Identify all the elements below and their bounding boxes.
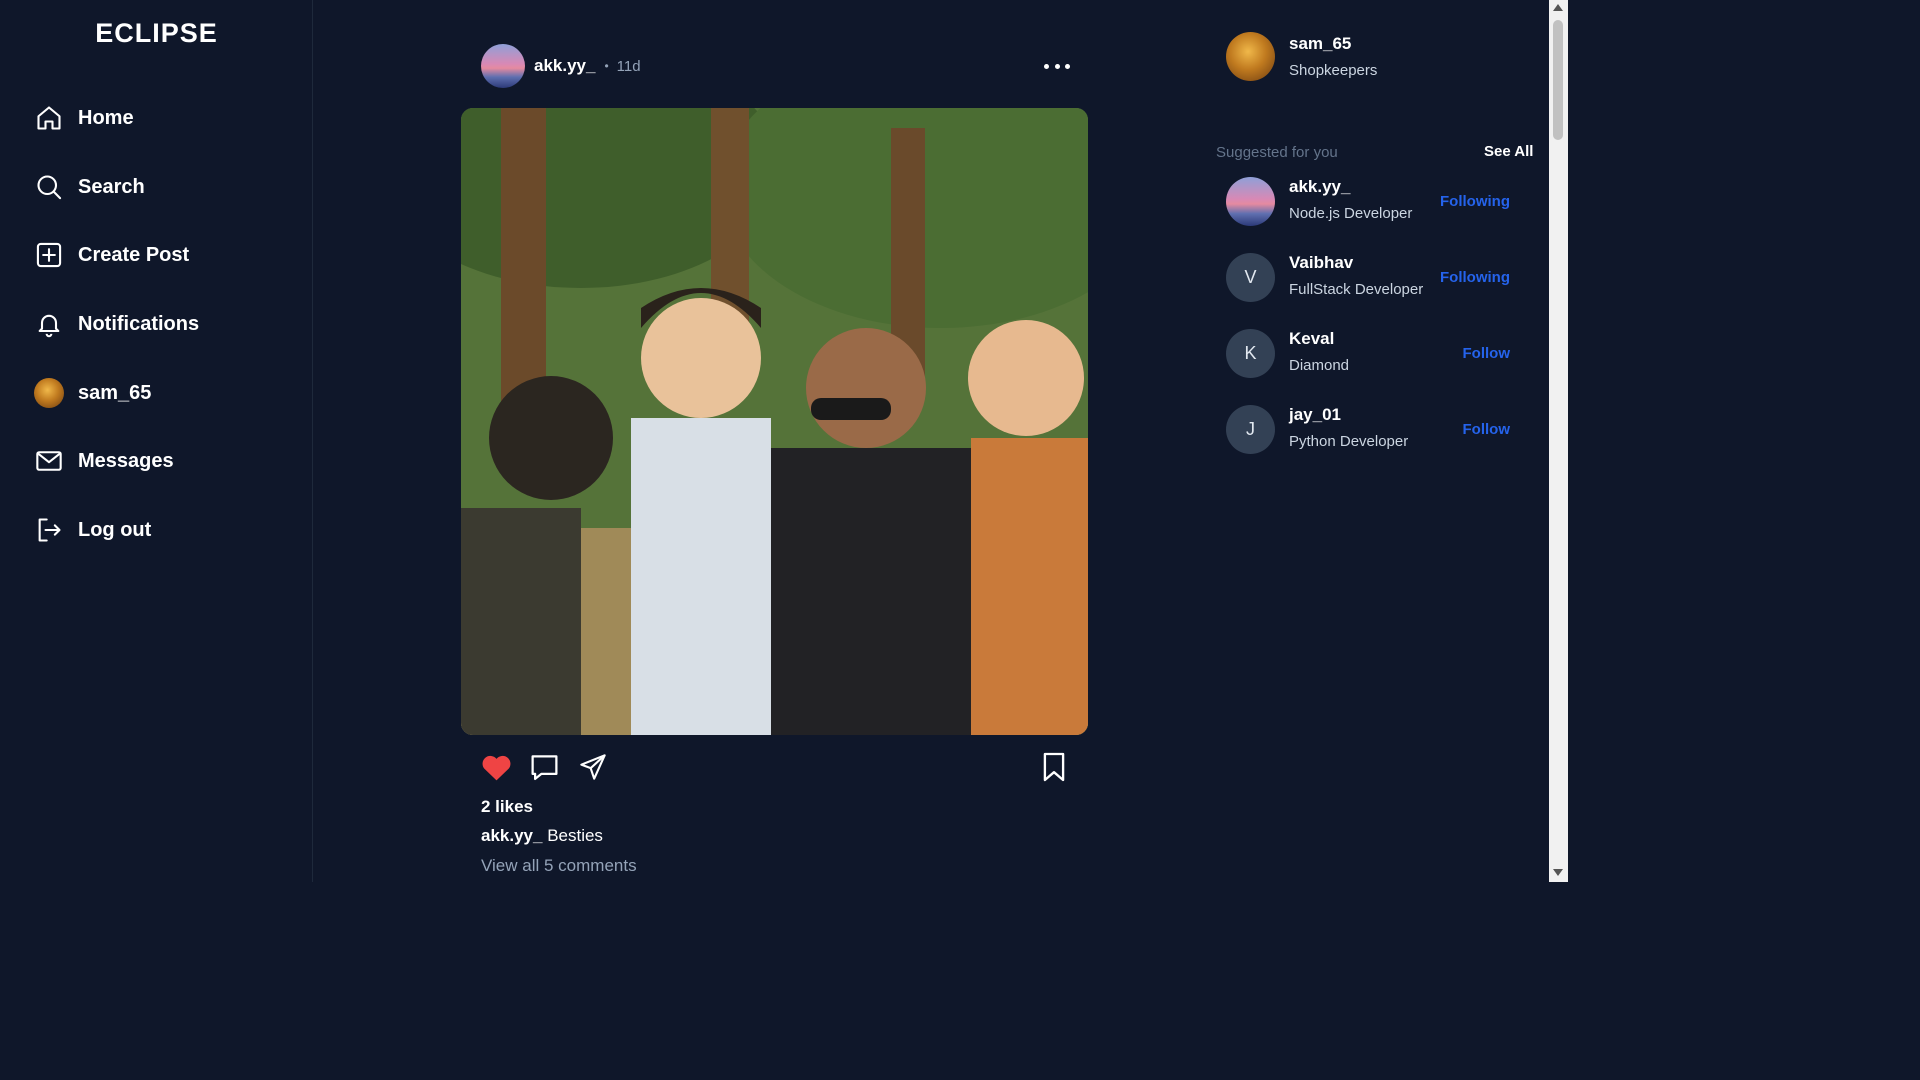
- sidebar: ECLIPSE Home Search Create Post Notifica…: [0, 0, 313, 882]
- like-count[interactable]: 2 likes: [481, 797, 533, 817]
- follow-button[interactable]: Follow: [1463, 345, 1511, 362]
- post-author-avatar[interactable]: [481, 44, 525, 88]
- suggestion-username[interactable]: akk.yy_: [1289, 177, 1412, 197]
- scroll-down-arrow-icon[interactable]: [1553, 869, 1563, 876]
- sidebar-item-label: Home: [78, 106, 134, 129]
- avatar[interactable]: K: [1226, 329, 1275, 378]
- suggestion-subtitle: Python Developer: [1289, 433, 1409, 450]
- sidebar-item-label: Messages: [78, 449, 174, 472]
- suggestion-username[interactable]: jay_01: [1289, 405, 1408, 425]
- following-button[interactable]: Following: [1440, 193, 1510, 210]
- suggestion-item: J jay_01 Python Developer Follow: [1226, 405, 1526, 455]
- follow-button[interactable]: Follow: [1463, 421, 1511, 438]
- caption-username[interactable]: akk.yy_: [481, 826, 542, 845]
- avatar: [34, 378, 64, 408]
- sidebar-item-search[interactable]: Search: [34, 167, 145, 207]
- post-timestamp: 11d: [616, 57, 641, 75]
- suggested-title: Suggested for you: [1216, 144, 1338, 161]
- heart-icon: [481, 753, 512, 786]
- separator-dot: •: [604, 59, 609, 73]
- avatar[interactable]: V: [1226, 253, 1275, 302]
- scrollbar-thumb[interactable]: [1553, 20, 1563, 140]
- sidebar-item-profile[interactable]: sam_65: [34, 373, 151, 413]
- sidebar-item-notifications[interactable]: Notifications: [34, 304, 199, 344]
- share-button[interactable]: [578, 752, 608, 786]
- avatar[interactable]: [1226, 32, 1275, 81]
- sidebar-item-label: Create Post: [78, 243, 190, 266]
- suggestion-item: K Keval Diamond Follow: [1226, 329, 1526, 379]
- following-button[interactable]: Following: [1440, 269, 1510, 286]
- current-username[interactable]: sam_65: [1289, 34, 1377, 54]
- suggestion-item: V Vaibhav FullStack Developer Following: [1226, 253, 1526, 303]
- suggestion-username[interactable]: Vaibhav: [1289, 253, 1423, 273]
- sidebar-item-home[interactable]: Home: [34, 98, 134, 138]
- comment-icon: [529, 752, 560, 787]
- logout-icon: [34, 515, 64, 545]
- avatar[interactable]: J: [1226, 405, 1275, 454]
- suggestion-subtitle: Node.js Developer: [1289, 205, 1413, 222]
- current-user-card: sam_65 Shopkeepers: [1226, 32, 1377, 81]
- more-options-icon[interactable]: [1044, 58, 1070, 74]
- comment-button[interactable]: [528, 752, 560, 786]
- post-caption: akk.yy_ Besties: [481, 826, 603, 846]
- suggestion-item: akk.yy_ Node.js Developer Following: [1226, 177, 1526, 227]
- sidebar-item-logout[interactable]: Log out: [34, 510, 151, 550]
- suggestion-subtitle: Diamond: [1289, 357, 1350, 374]
- see-all-link[interactable]: See All: [1484, 143, 1533, 160]
- mail-icon: [34, 446, 64, 476]
- sidebar-item-label: Log out: [78, 518, 152, 541]
- send-icon: [579, 753, 607, 786]
- sidebar-item-label: Search: [78, 175, 145, 198]
- sidebar-item-label: sam_65: [78, 381, 152, 404]
- post-author-username[interactable]: akk.yy_: [534, 56, 595, 76]
- bell-icon: [34, 309, 64, 339]
- bookmark-icon: [1041, 751, 1067, 788]
- home-icon: [34, 103, 64, 133]
- search-icon: [34, 172, 64, 202]
- avatar[interactable]: [1226, 177, 1275, 226]
- plus-square-icon: [34, 240, 64, 270]
- suggestion-subtitle: FullStack Developer: [1289, 281, 1424, 298]
- caption-text: Besties: [547, 826, 603, 845]
- sidebar-item-label: Notifications: [78, 312, 200, 335]
- save-button[interactable]: [1040, 752, 1068, 786]
- like-button[interactable]: [480, 752, 512, 786]
- app-logo[interactable]: ECLIPSE: [0, 18, 313, 49]
- sidebar-item-messages[interactable]: Messages: [34, 441, 174, 481]
- suggestion-username[interactable]: Keval: [1289, 329, 1349, 349]
- post-header: akk.yy_ • 11d: [481, 44, 641, 88]
- post-photo[interactable]: [461, 108, 1088, 735]
- sidebar-item-create-post[interactable]: Create Post: [34, 235, 189, 275]
- view-comments-link[interactable]: View all 5 comments: [481, 856, 637, 876]
- scroll-up-arrow-icon[interactable]: [1553, 4, 1563, 11]
- current-user-subtitle: Shopkeepers: [1289, 62, 1378, 79]
- scrollbar[interactable]: [1549, 0, 1568, 882]
